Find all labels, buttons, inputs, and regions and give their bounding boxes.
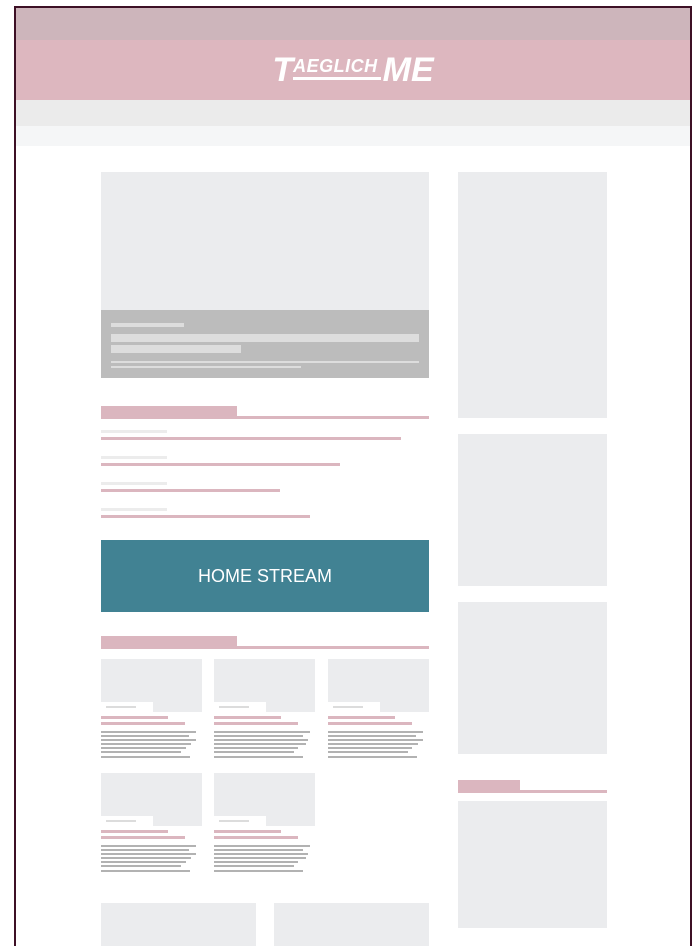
card-text: [214, 743, 306, 745]
site-header: T AEGLICH ME: [16, 40, 690, 100]
list-item-headline-link[interactable]: [101, 463, 340, 466]
bottom-teaser[interactable]: [274, 903, 429, 946]
card-title: [328, 722, 412, 725]
section-heading-tab: [101, 406, 237, 416]
card-text: [214, 857, 306, 859]
card-text: [214, 747, 298, 749]
hero-teaser[interactable]: [101, 172, 429, 378]
logo-me: ME: [382, 51, 434, 89]
site-logo: T AEGLICH ME: [272, 53, 433, 87]
card-text: [328, 735, 416, 737]
card-kicker: [214, 716, 281, 719]
list-item-kicker: [101, 508, 167, 511]
list-item-headline-link[interactable]: [101, 515, 310, 518]
list-item-headline-link[interactable]: [101, 489, 280, 492]
card-tag: [328, 702, 380, 712]
card-text: [214, 861, 298, 863]
card-text: [328, 751, 408, 753]
logo-letter-t: T: [272, 51, 294, 89]
card-kicker: [214, 830, 281, 833]
bottom-teaser[interactable]: [101, 903, 256, 946]
card-tag: [214, 702, 266, 712]
section-heading-rule: [101, 646, 429, 649]
section-heading-tab: [101, 636, 237, 646]
card-kicker: [101, 830, 168, 833]
home-stream-button[interactable]: HOME STREAM: [101, 540, 429, 612]
article-card[interactable]: [328, 659, 429, 763]
sub-navigation[interactable]: [16, 126, 690, 146]
hero-teaser-text-1: [111, 361, 419, 363]
card-title: [214, 722, 298, 725]
card-title: [101, 722, 185, 725]
card-text: [101, 849, 189, 851]
sidebar-teaser[interactable]: [458, 602, 607, 754]
logo-word: AEGLICH: [293, 56, 381, 80]
section-heading-rule: [101, 416, 429, 419]
card-text: [101, 861, 186, 863]
card-kicker: [328, 716, 395, 719]
page-frame: T AEGLICH ME HOME STREAM: [14, 6, 692, 946]
card-tag: [101, 816, 153, 826]
hero-headline-line-2: [111, 345, 241, 353]
card-text: [101, 870, 190, 872]
top-strip: [16, 8, 690, 40]
card-text: [101, 731, 196, 733]
card-text: [101, 743, 191, 745]
hero-caption: [101, 310, 429, 378]
hero-teaser-text-2: [111, 366, 301, 368]
sidebar-heading-tab: [458, 780, 520, 790]
sidebar-heading-rule: [458, 790, 607, 793]
card-text: [214, 845, 310, 847]
card-text: [328, 743, 418, 745]
article-card[interactable]: [214, 659, 315, 763]
card-text: [101, 735, 189, 737]
article-card[interactable]: [214, 773, 315, 877]
card-text: [101, 845, 196, 847]
card-tag: [101, 702, 153, 712]
card-text: [101, 756, 190, 758]
article-card[interactable]: [101, 659, 202, 763]
hero-kicker: [111, 323, 184, 327]
card-text: [214, 870, 303, 872]
card-text: [214, 739, 308, 741]
card-text: [328, 731, 423, 733]
card-text: [214, 849, 303, 851]
sidebar-teaser[interactable]: [458, 801, 607, 928]
card-kicker: [101, 716, 168, 719]
list-item-headline-link[interactable]: [101, 437, 401, 440]
card-text: [101, 865, 181, 867]
card-text: [214, 756, 303, 758]
hero-headline-line-1: [111, 334, 419, 342]
card-text: [101, 739, 196, 741]
card-text: [101, 747, 186, 749]
card-text: [101, 853, 196, 855]
list-item-kicker: [101, 456, 167, 459]
card-text: [214, 751, 294, 753]
card-text: [214, 731, 310, 733]
sidebar-ad-slot[interactable]: [458, 172, 607, 418]
sidebar-teaser[interactable]: [458, 434, 607, 586]
list-item-kicker: [101, 482, 167, 485]
card-text: [328, 756, 417, 758]
card-title: [214, 836, 298, 839]
article-card[interactable]: [101, 773, 202, 877]
card-text: [101, 857, 191, 859]
card-text: [214, 865, 294, 867]
card-text: [328, 747, 412, 749]
list-item-kicker: [101, 430, 167, 433]
card-text: [101, 751, 181, 753]
logo-link[interactable]: T AEGLICH ME: [16, 40, 690, 100]
card-text: [214, 735, 303, 737]
card-text: [328, 739, 423, 741]
card-title: [101, 836, 185, 839]
card-tag: [214, 816, 266, 826]
main-navigation[interactable]: [16, 100, 690, 126]
card-text: [214, 853, 308, 855]
